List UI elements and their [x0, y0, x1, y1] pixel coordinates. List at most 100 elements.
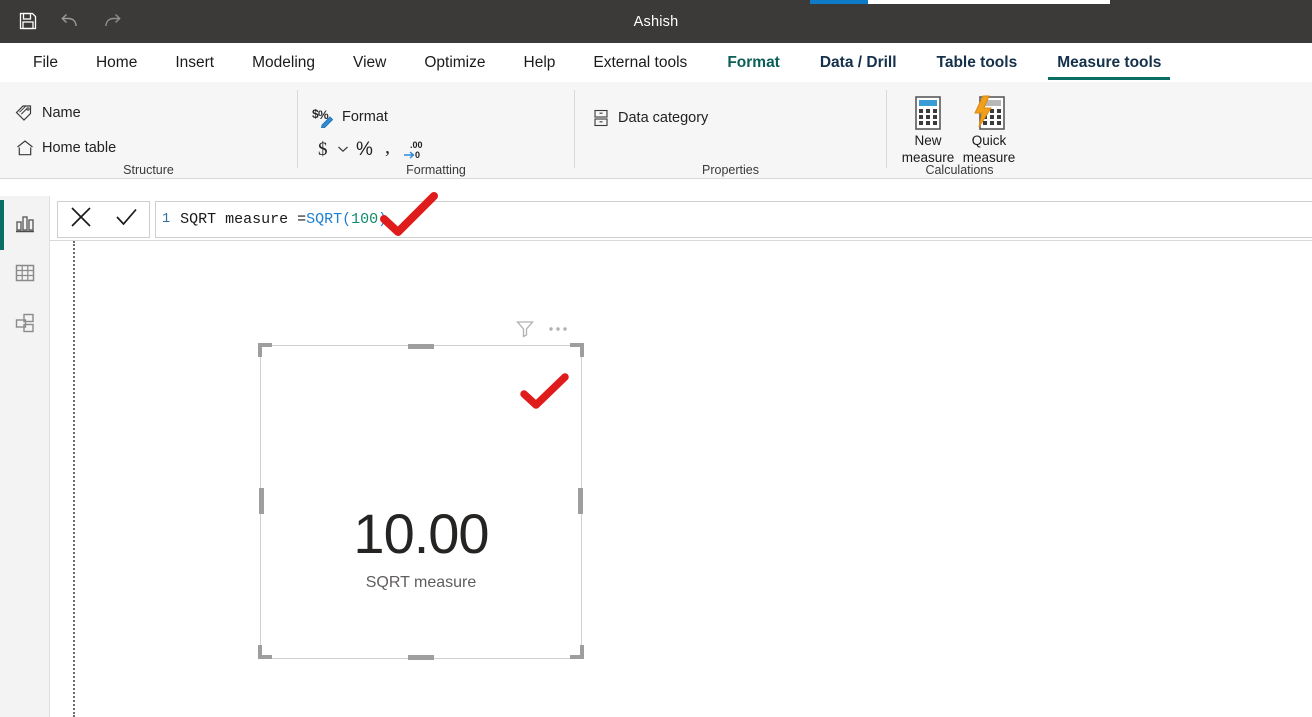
percent-icon[interactable]: % [352, 137, 378, 161]
svg-text:.00: .00 [410, 140, 423, 150]
quick-measure-icon [971, 95, 1007, 131]
ribbon-tab-measure-tools[interactable]: Measure tools [1038, 43, 1180, 82]
resize-handle-middle-right[interactable] [578, 488, 583, 514]
dax-token-function-open: SQRT( [306, 211, 352, 228]
new-measure-button[interactable]: New measure [896, 95, 960, 165]
resize-handle-bottom-center[interactable] [408, 655, 434, 660]
ribbon-tab-home-label: Home [95, 53, 138, 71]
svg-text:,: , [385, 137, 390, 158]
home-table-label: Home table [42, 140, 117, 156]
card-value: 10.00 [353, 502, 489, 565]
resize-handle-top-right[interactable] [568, 343, 584, 359]
ribbon-tab-data-drill-label: Data / Drill [819, 53, 897, 71]
ribbon-tab-table-tools-label: Table tools [936, 53, 1018, 71]
report-page-tabstrip-active [810, 0, 868, 4]
formula-commit-button[interactable] [104, 202, 150, 237]
formula-cancel-button[interactable] [58, 202, 104, 237]
quick-measure-label-line1: Quick [971, 133, 1007, 148]
ribbon-tab-optimize-label: Optimize [424, 53, 486, 71]
ribbon-tab-home[interactable]: Home [77, 43, 156, 82]
ribbon-tab-file-label: File [33, 53, 58, 71]
ribbon-tab-format[interactable]: Format [708, 43, 799, 82]
resize-handle-middle-left[interactable] [259, 488, 264, 514]
active-tab-underline [1048, 77, 1171, 80]
ribbon-tab-modeling-label: Modeling [252, 53, 316, 71]
ribbon-tab-file[interactable]: File [14, 43, 77, 82]
table-icon [13, 261, 37, 290]
data-category-icon [591, 108, 611, 128]
ribbon-group-structure: Name Home table My First Parameter Struc… [0, 82, 297, 246]
model-relationships-icon [13, 311, 37, 340]
formula-bar: 1 SQRT measure = SQRT(100) [0, 179, 1312, 241]
undo-icon[interactable] [56, 7, 84, 35]
ribbon-group-formatting: $ % Format General $ % , .00 0 Formattin… [298, 82, 574, 246]
filter-icon[interactable] [515, 319, 535, 344]
more-options-icon[interactable] [547, 319, 569, 344]
ribbon-tab-bar: File Home Insert Modeling View Optimize … [0, 43, 1312, 82]
dax-formula-input[interactable]: 1 SQRT measure = SQRT(100) [155, 201, 1312, 238]
save-icon[interactable] [14, 7, 42, 35]
card-visual[interactable]: 10.00 SQRT measure [260, 345, 582, 659]
sidebar-item-model-view[interactable] [0, 300, 50, 350]
dollar-icon[interactable]: $ [314, 137, 334, 161]
calculations-group-label: Calculations [925, 163, 994, 177]
dax-token-plain: SQRT measure = [180, 211, 307, 228]
svg-text:$: $ [318, 139, 328, 160]
ribbon-tab-format-label: Format [727, 53, 780, 71]
resize-handle-bottom-left[interactable] [258, 643, 274, 659]
svg-text:%: % [356, 139, 373, 160]
canvas-guide-line [73, 241, 75, 717]
new-measure-label-line1: New [914, 133, 942, 148]
formula-bar-buttons [57, 201, 150, 238]
resize-handle-bottom-right[interactable] [568, 643, 584, 659]
ribbon-tab-optimize[interactable]: Optimize [405, 43, 504, 82]
ribbon-tab-view[interactable]: View [334, 43, 405, 82]
ribbon-group-calculations: New measure Quick measure Calculations [887, 82, 1032, 179]
report-view-selected-indicator [0, 200, 4, 250]
visual-header-icons [515, 318, 585, 344]
ribbon-tab-help-label: Help [523, 53, 556, 71]
quick-measure-button[interactable]: Quick measure [957, 95, 1021, 165]
redo-icon[interactable] [98, 7, 126, 35]
check-icon [113, 204, 139, 235]
decimal-places-icon[interactable]: .00 0 [402, 137, 432, 161]
sidebar-item-data-view[interactable] [0, 250, 50, 300]
quick-access-toolbar [14, 7, 126, 35]
card-label: SQRT measure [365, 574, 477, 591]
data-category-label: Data category [618, 110, 709, 126]
report-canvas[interactable] [51, 241, 1312, 717]
home-icon [14, 138, 36, 158]
view-switcher-sidebar [0, 196, 50, 717]
ribbon-tab-insert-label: Insert [175, 53, 215, 71]
svg-text:0: 0 [415, 150, 420, 160]
sidebar-item-report-view[interactable] [0, 200, 50, 250]
ribbon-body: Name Home table My First Parameter Struc… [0, 82, 1312, 246]
ribbon-tab-measure-tools-label: Measure tools [1057, 53, 1162, 71]
ribbon-tab-view-label: View [353, 53, 387, 71]
ribbon-tab-external-tools[interactable]: External tools [574, 43, 706, 82]
name-label: Name [42, 105, 81, 121]
ribbon-tab-data-drill[interactable]: Data / Drill [801, 43, 916, 82]
title-bar [0, 0, 1312, 43]
ribbon-tab-insert[interactable]: Insert [156, 43, 233, 82]
formula-line-number: 1 [162, 212, 171, 227]
dax-token-number: 100 [351, 211, 379, 228]
resize-handle-top-center[interactable] [408, 344, 434, 349]
dax-token-function-close: ) [378, 211, 388, 228]
thousands-separator-icon[interactable]: , [378, 137, 402, 161]
formatting-group-label: Formatting [406, 163, 466, 177]
format-label: Format [342, 109, 388, 125]
ribbon-tab-help[interactable]: Help [505, 43, 575, 82]
ribbon-group-properties: Data category Uncategorized Properties [575, 82, 886, 216]
ribbon-tab-table-tools[interactable]: Table tools [918, 43, 1037, 82]
new-measure-icon [911, 95, 945, 131]
chevron-down-icon[interactable] [334, 137, 352, 161]
properties-group-label: Properties [702, 163, 759, 177]
format-currency-percent-icon: $ % [312, 106, 338, 128]
ribbon-tab-modeling[interactable]: Modeling [233, 43, 334, 82]
structure-group-label: Structure [123, 163, 174, 177]
tag-icon [14, 103, 36, 123]
close-icon [68, 204, 94, 235]
resize-handle-top-left[interactable] [258, 343, 274, 359]
bar-chart-icon [13, 211, 37, 240]
